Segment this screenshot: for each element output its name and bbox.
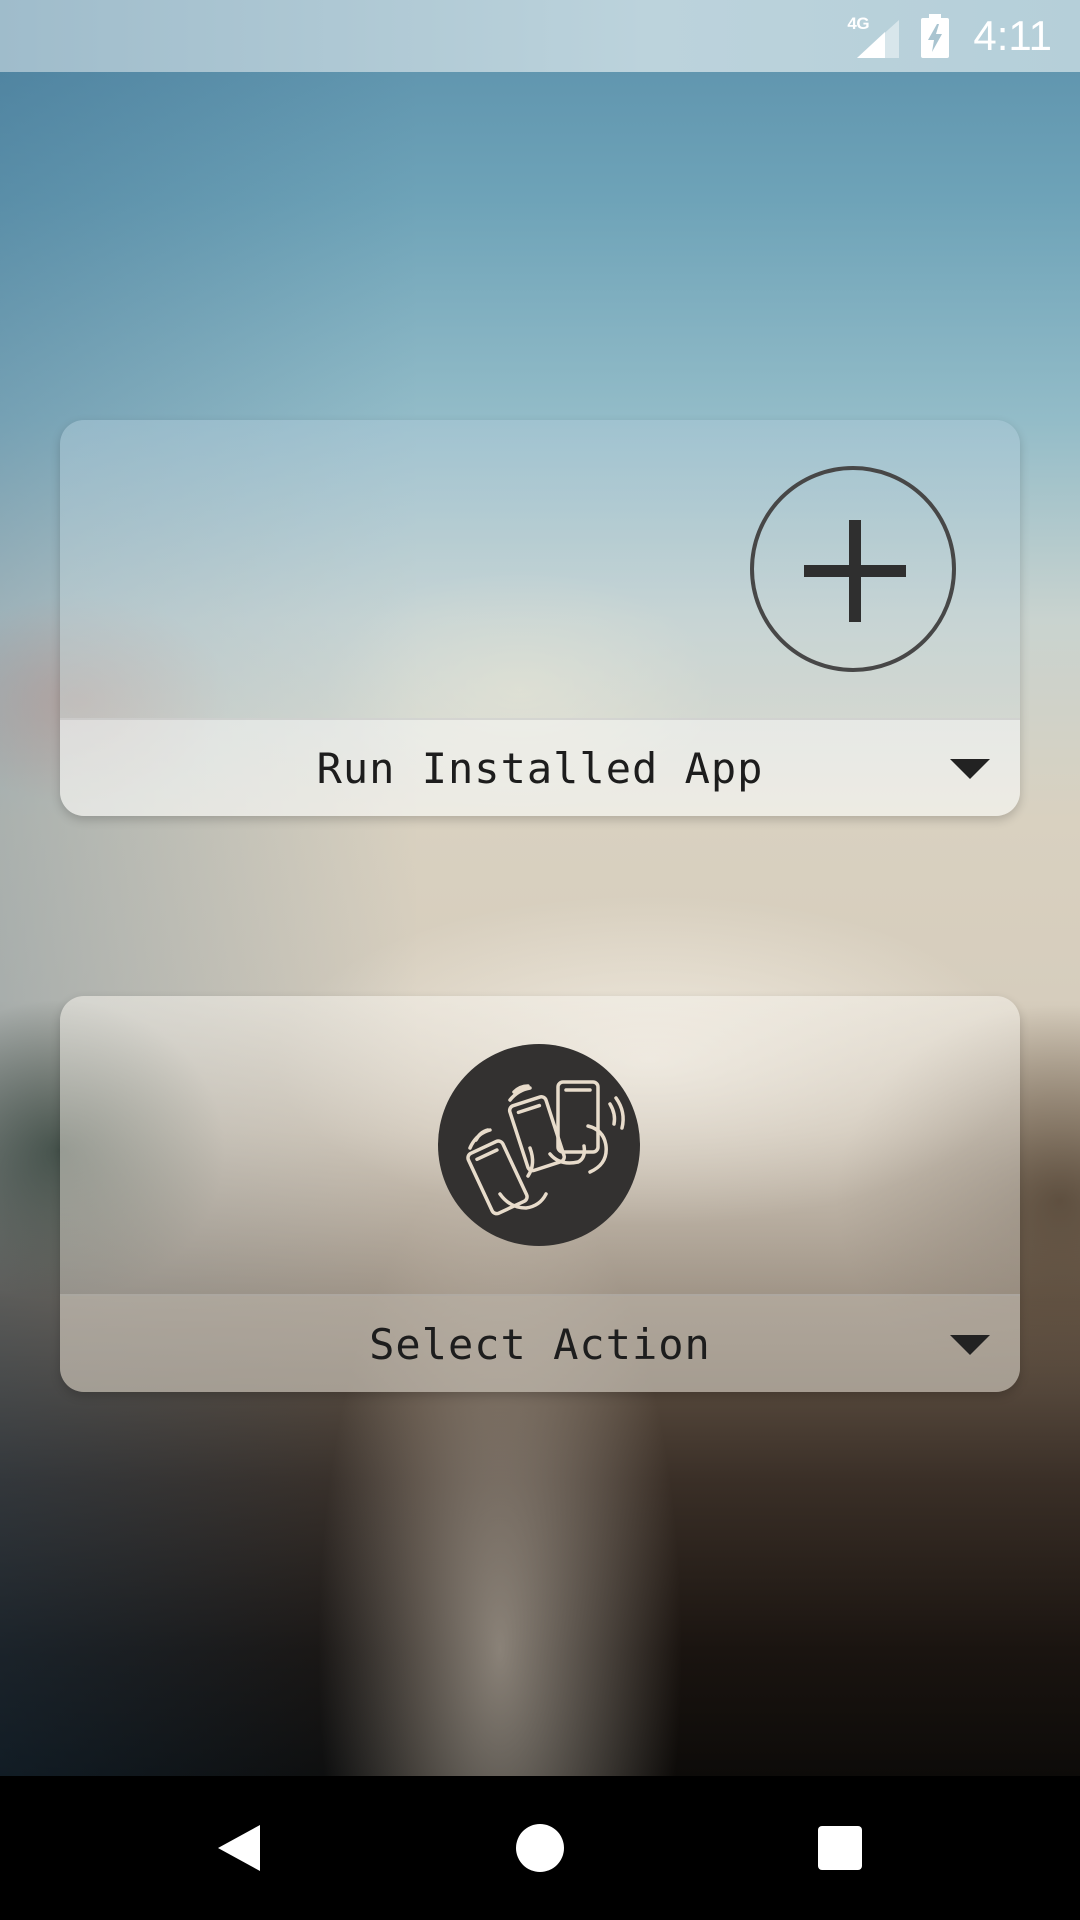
status-bar: 4G 4:11 (0, 0, 1080, 72)
network-indicator: 4G (847, 14, 903, 58)
cell-signal-icon (857, 20, 900, 58)
clock: 4:11 (973, 12, 1052, 59)
status-icons: 4G 4:11 (847, 0, 1052, 72)
run-installed-app-card: Run Installed App (60, 420, 1020, 816)
card-top-area (60, 996, 1020, 1294)
background-shade (0, 0, 1080, 1776)
add-icon-vertical (849, 520, 861, 622)
action-dropdown-label: Select Action (369, 1320, 711, 1369)
chevron-down-icon (950, 1335, 990, 1355)
back-icon[interactable] (216, 1823, 262, 1873)
card-top-area (60, 420, 1020, 718)
screen: 4G 4:11 Run Installed App Select Action (0, 0, 1080, 1920)
shake-phone-gesture-icon (466, 1080, 625, 1216)
battery-charging-icon (921, 14, 950, 58)
select-action-card: Select Action (60, 996, 1020, 1392)
add-app-button[interactable] (750, 466, 956, 672)
gesture-button[interactable] (438, 1044, 640, 1246)
chevron-down-icon (950, 759, 990, 779)
home-icon[interactable] (516, 1824, 564, 1872)
navigation-bar (0, 1776, 1080, 1920)
recents-icon[interactable] (818, 1826, 862, 1870)
app-dropdown[interactable]: Run Installed App (60, 718, 1020, 816)
app-dropdown-label: Run Installed App (316, 744, 764, 793)
action-dropdown[interactable]: Select Action (60, 1294, 1020, 1392)
